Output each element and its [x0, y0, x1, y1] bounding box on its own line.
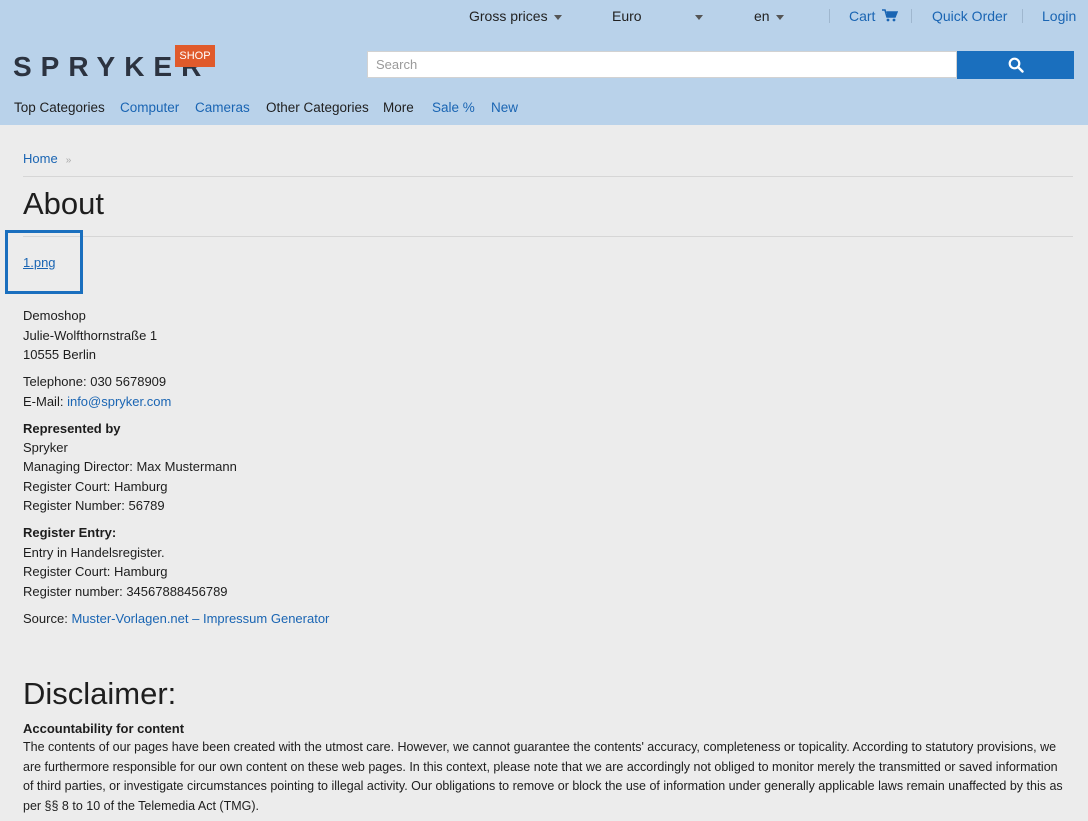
- represented-line: Register Number: 56789: [23, 498, 165, 513]
- site-header: Gross prices Euro en Cart Quick Order Lo…: [0, 0, 1088, 125]
- address-line: 10555 Berlin: [23, 347, 96, 362]
- represented-line: Register Court: Hamburg: [23, 479, 168, 494]
- search-button[interactable]: [957, 51, 1074, 79]
- breadcrumb-separator: »: [65, 155, 72, 166]
- breadcrumb-home[interactable]: Home: [23, 151, 58, 166]
- search-input[interactable]: [367, 51, 957, 78]
- price-mode-label: Gross prices: [469, 8, 548, 24]
- nav-new[interactable]: New: [491, 100, 518, 115]
- cart-link[interactable]: Cart: [849, 8, 899, 26]
- nav-top-categories[interactable]: Top Categories: [14, 100, 105, 115]
- currency-dropdown[interactable]: Euro: [612, 8, 642, 26]
- accountability-text: The contents of our pages have been crea…: [23, 740, 1063, 813]
- accountability-heading: Accountability for content: [23, 721, 185, 736]
- email-link[interactable]: info@spryker.com: [67, 394, 171, 409]
- nav-other-categories[interactable]: Other Categories: [266, 100, 369, 115]
- source-link[interactable]: Muster-Vorlagen.net – Impressum Generato…: [71, 611, 329, 626]
- quick-order-link[interactable]: Quick Order: [932, 8, 1007, 26]
- language-label: en: [754, 8, 770, 24]
- disclaimer-title: Disclaimer:: [23, 676, 177, 711]
- nav-cameras[interactable]: Cameras: [195, 100, 250, 115]
- represented-line: Spryker: [23, 440, 68, 455]
- cart-label: Cart: [849, 8, 876, 24]
- chevron-down-icon: [553, 14, 562, 20]
- nav-computer[interactable]: Computer: [120, 100, 179, 115]
- represented-line: Managing Director: Max Mustermann: [23, 459, 237, 474]
- address-line: Julie-Wolfthornstraße 1: [23, 328, 158, 343]
- source-label: Source:: [23, 611, 68, 626]
- breadcrumb: Home »: [23, 151, 71, 166]
- address-line: Demoshop: [23, 308, 86, 323]
- divider: [829, 9, 830, 23]
- login-link[interactable]: Login: [1042, 8, 1076, 26]
- divider: [1022, 9, 1023, 23]
- chevron-down-icon: [775, 14, 784, 20]
- register-line: Register number: 34567888456789: [23, 584, 228, 599]
- shop-badge: SHOP: [175, 45, 215, 67]
- currency-label: Euro: [612, 8, 642, 24]
- nav-more[interactable]: More: [383, 100, 414, 115]
- divider: [23, 176, 1073, 177]
- source-row: Source: Muster-Vorlagen.net – Impressum …: [23, 611, 329, 626]
- email-label: E-Mail:: [23, 394, 64, 409]
- price-mode-dropdown[interactable]: Gross prices: [469, 8, 562, 26]
- nav-sale[interactable]: Sale %: [432, 100, 475, 115]
- register-heading: Register Entry:: [23, 525, 117, 540]
- page-title: About: [23, 186, 105, 221]
- register-line: Entry in Handelsregister.: [23, 545, 165, 560]
- telephone: Telephone: 030 5678909: [23, 374, 167, 389]
- image-link[interactable]: 1.png: [23, 255, 56, 270]
- email-row: E-Mail: info@spryker.com: [23, 394, 171, 409]
- language-dropdown[interactable]: en: [754, 8, 784, 26]
- search-icon: [1008, 57, 1024, 73]
- chevron-down-icon[interactable]: [695, 15, 703, 20]
- divider: [23, 236, 1073, 237]
- divider: [911, 9, 912, 23]
- register-line: Register Court: Hamburg: [23, 564, 168, 579]
- cart-icon: [882, 9, 899, 22]
- represented-heading: Represented by: [23, 421, 121, 436]
